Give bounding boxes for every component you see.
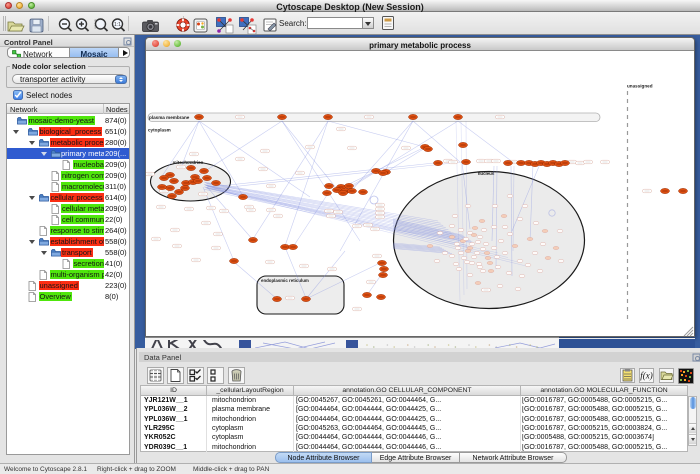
svg-text:nucleus: nucleus xyxy=(478,171,495,176)
svg-text:mitochondrion: mitochondrion xyxy=(173,160,204,165)
svg-text:1:1: 1:1 xyxy=(114,22,121,28)
svg-text:f(x): f(x) xyxy=(640,371,653,381)
svg-text:endoplasmic reticulum: endoplasmic reticulum xyxy=(261,278,309,283)
svg-text:cytoplasm: cytoplasm xyxy=(148,127,171,132)
svg-text:plasma membrane: plasma membrane xyxy=(149,115,190,120)
svg-text:unassigned: unassigned xyxy=(627,83,653,88)
